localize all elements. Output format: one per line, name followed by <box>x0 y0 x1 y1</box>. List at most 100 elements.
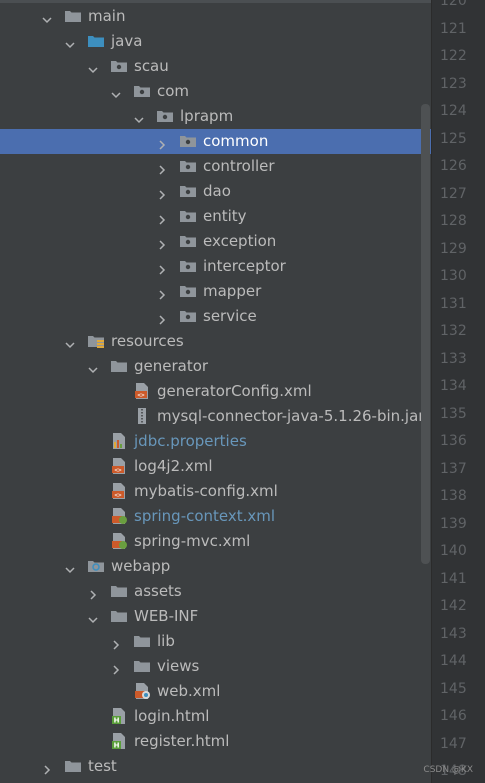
line-number: 136 <box>440 433 467 449</box>
tree-item-label: assets <box>134 582 182 600</box>
tree-item-scau[interactable]: scau <box>0 54 431 79</box>
package-icon <box>156 107 174 125</box>
chevron-down-icon[interactable] <box>88 611 98 624</box>
line-number: 144 <box>440 653 467 669</box>
tree-item-entity[interactable]: entity <box>0 204 431 229</box>
tree-item-generatorconfig-xml[interactable]: <> generatorConfig.xml <box>0 379 431 404</box>
tree-item-label: service <box>203 307 257 325</box>
tree-item-label: generator <box>134 357 209 375</box>
chevron-down-icon[interactable] <box>111 86 121 99</box>
tree-item-generator[interactable]: generator <box>0 354 431 379</box>
line-number: 145 <box>440 680 467 697</box>
tree-item-label: spring-mvc.xml <box>134 532 251 550</box>
tree-item-label: exception <box>203 232 277 250</box>
line-number: 129 <box>440 240 467 257</box>
tree-item-java[interactable]: java <box>0 29 431 54</box>
tree-item-register-html[interactable]: Hregister.html <box>0 729 431 754</box>
tree-item-label: controller <box>203 157 275 175</box>
properties-icon <box>110 432 128 450</box>
line-number: 147 <box>440 735 467 752</box>
line-number: 143 <box>440 625 467 642</box>
line-number: 133 <box>440 350 467 367</box>
tree-item-label: lprapm <box>180 107 234 125</box>
chevron-down-icon[interactable] <box>65 36 75 49</box>
tree-item-lprapm[interactable]: lprapm <box>0 104 431 129</box>
tree-scrollbar[interactable] <box>421 104 430 564</box>
tree-item-common[interactable]: common <box>0 129 431 154</box>
line-number: 132 <box>440 323 467 339</box>
chevron-right-icon[interactable] <box>157 236 167 250</box>
tree-item-log4j2-xml[interactable]: <> log4j2.xml <box>0 454 431 479</box>
tree-item-label: common <box>203 132 269 150</box>
tree-item-views[interactable]: views <box>0 654 431 679</box>
tree-item-label: register.html <box>134 732 230 750</box>
chevron-right-icon[interactable] <box>111 636 121 650</box>
chevron-right-icon[interactable] <box>157 311 167 325</box>
tree-item-web-inf[interactable]: WEB-INF <box>0 604 431 629</box>
chevron-down-icon[interactable] <box>65 336 75 349</box>
chevron-down-icon[interactable] <box>88 361 98 374</box>
spring-xml-icon <box>110 532 128 550</box>
line-number: 123 <box>440 75 467 92</box>
line-number: 128 <box>440 213 467 229</box>
ide-window: main java scau com lprapm common controller dao… <box>0 0 485 783</box>
html-icon: H <box>110 732 128 750</box>
svg-text:<>: <> <box>114 492 122 499</box>
tree-item-webapp[interactable]: webapp <box>0 554 431 579</box>
tree-top-border <box>0 0 431 3</box>
chevron-right-icon[interactable] <box>157 211 167 225</box>
folder-icon <box>110 582 128 600</box>
tree-item-login-html[interactable]: Hlogin.html <box>0 704 431 729</box>
tree-item-label: resources <box>111 332 184 350</box>
line-number: 130 <box>440 268 467 284</box>
tree-item-mysql-connector-java-5-1-26-bin-jar[interactable]: mysql-connector-java-5.1.26-bin.jar <box>0 404 431 429</box>
chevron-down-icon[interactable] <box>88 61 98 74</box>
chevron-down-icon[interactable] <box>134 111 144 124</box>
line-number: 138 <box>440 488 467 504</box>
package-icon <box>179 282 197 300</box>
tree-item-label: mysql-connector-java-5.1.26-bin.jar <box>157 407 425 425</box>
tree-item-label: webapp <box>111 557 171 575</box>
line-number: 120 <box>440 0 467 9</box>
tree-item-exception[interactable]: exception <box>0 229 431 254</box>
tree-item-com[interactable]: com <box>0 79 431 104</box>
line-number: 137 <box>440 460 467 477</box>
chevron-right-icon[interactable] <box>111 661 121 675</box>
package-icon <box>179 157 197 175</box>
chevron-right-icon[interactable] <box>157 261 167 275</box>
spring-xml-icon <box>110 507 128 525</box>
tree-item-service[interactable]: service <box>0 304 431 329</box>
tree-item-main[interactable]: main <box>0 4 431 29</box>
tree-item-mybatis-config-xml[interactable]: <> mybatis-config.xml <box>0 479 431 504</box>
tree-item-lib[interactable]: lib <box>0 629 431 654</box>
tree-item-label: lib <box>157 632 175 650</box>
tree-item-web-xml[interactable]: web.xml <box>0 679 431 704</box>
chevron-right-icon[interactable] <box>157 161 167 175</box>
chevron-right-icon[interactable] <box>88 586 98 600</box>
tree-item-dao[interactable]: dao <box>0 179 431 204</box>
line-number: 131 <box>440 295 467 312</box>
chevron-right-icon[interactable] <box>157 186 167 200</box>
line-number: 134 <box>440 378 467 394</box>
tree-item-test[interactable]: test <box>0 754 431 779</box>
chevron-right-icon[interactable] <box>157 136 167 150</box>
chevron-down-icon[interactable] <box>42 11 52 24</box>
chevron-right-icon[interactable] <box>42 761 52 775</box>
package-icon <box>179 307 197 325</box>
line-number: 121 <box>440 20 467 37</box>
tree-item-assets[interactable]: assets <box>0 579 431 604</box>
tree-item-label: mybatis-config.xml <box>134 482 278 500</box>
tree-item-spring-context-xml[interactable]: spring-context.xml <box>0 504 431 529</box>
tree-item-spring-mvc-xml[interactable]: spring-mvc.xml <box>0 529 431 554</box>
tree-item-resources[interactable]: resources <box>0 329 431 354</box>
tree-item-interceptor[interactable]: interceptor <box>0 254 431 279</box>
folder-icon <box>133 657 151 675</box>
package-icon <box>179 257 197 275</box>
tree-item-controller[interactable]: controller <box>0 154 431 179</box>
tree-item-label: com <box>157 82 190 100</box>
chevron-down-icon[interactable] <box>65 561 75 574</box>
folder-web-icon <box>87 557 105 575</box>
chevron-right-icon[interactable] <box>157 286 167 300</box>
tree-item-jdbc-properties[interactable]: jdbc.properties <box>0 429 431 454</box>
tree-item-mapper[interactable]: mapper <box>0 279 431 304</box>
